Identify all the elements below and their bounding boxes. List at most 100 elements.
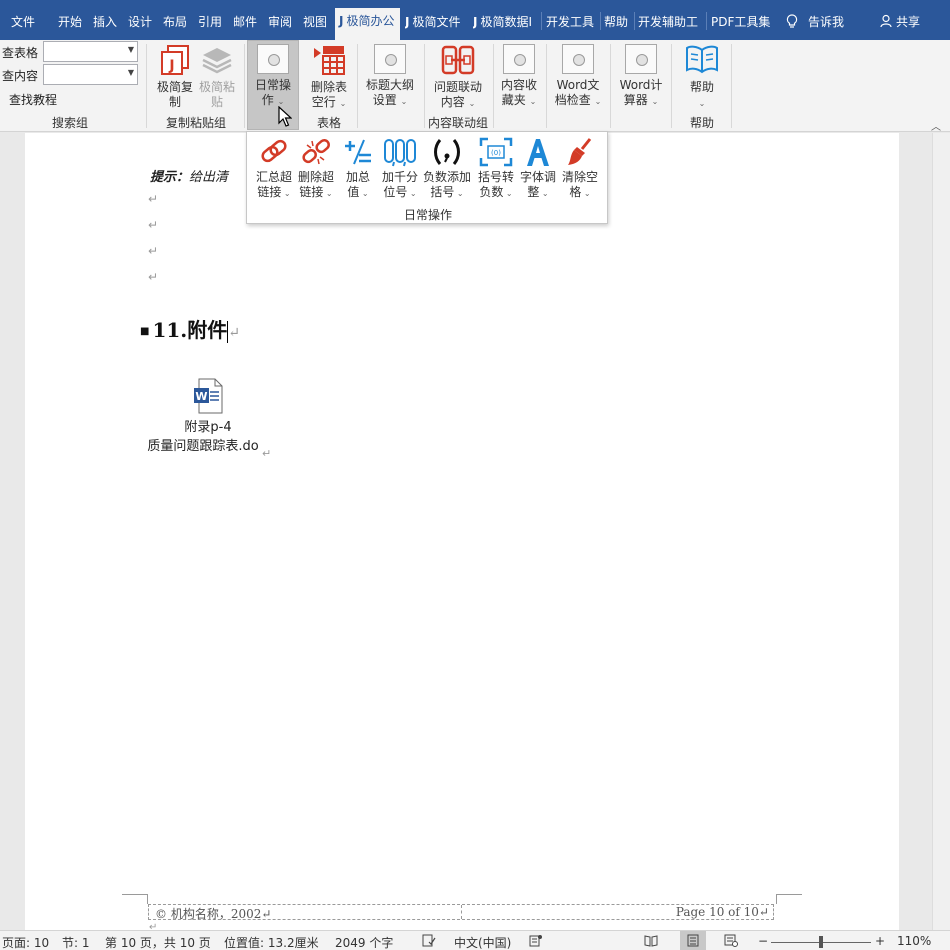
item-label: 清除空 格 — [561, 170, 598, 199]
read-mode-icon[interactable] — [644, 934, 658, 950]
lightbulb-icon — [786, 14, 798, 28]
tab-design[interactable]: 设计 — [128, 12, 152, 32]
table-delete-icon — [314, 46, 345, 75]
paragraph-mark: ↵ — [228, 325, 240, 341]
tab-jijian-data[interactable]: J 极简数据I — [473, 12, 539, 32]
tab-pdf-tools[interactable]: PDF工具集 — [711, 12, 770, 32]
status-word-count[interactable]: 2049 个字 — [335, 934, 393, 950]
tell-me-search[interactable]: 告诉我 — [786, 12, 844, 32]
proofing-icon[interactable] — [422, 934, 436, 950]
chevron-down-icon: ⌄ — [277, 97, 285, 106]
tab-file[interactable]: 文件 — [11, 12, 35, 32]
chevron-down-icon: ⌄ — [651, 97, 659, 106]
tab-developer[interactable]: 开发工具 — [546, 12, 594, 32]
add-thousands-separator-button[interactable]: 加千分 位号 ⌄ — [379, 137, 421, 201]
negative-add-parentheses-button[interactable]: 负数添加 括号 ⌄ — [421, 137, 473, 201]
group-separator — [610, 44, 611, 128]
clear-spaces-button[interactable]: 清除空 格 ⌄ — [559, 137, 601, 201]
content-favorites-button[interactable]: 内容收 藏夹 ⌄ — [496, 44, 542, 109]
tab-separator — [541, 12, 542, 30]
tab-review[interactable]: 审阅 — [268, 12, 292, 32]
group-separator — [546, 44, 547, 128]
zoom-in-button[interactable]: + — [875, 934, 885, 948]
macro-record-icon[interactable] — [529, 934, 543, 950]
placeholder-icon — [257, 44, 289, 74]
status-page-of[interactable]: 第 10 页，共 10 页 — [105, 934, 211, 950]
j-logo-icon: J — [339, 14, 344, 28]
jijian-copy-button[interactable]: J 极简复 制 — [154, 44, 196, 110]
tab-separator — [634, 12, 635, 30]
chevron-down-icon: ⌄ — [281, 189, 291, 198]
find-tutorial-button[interactable]: 查找教程 — [9, 91, 57, 108]
status-position[interactable]: 位置值: 13.2厘米 — [224, 934, 319, 950]
paragraph-mark: ↵ — [148, 270, 159, 284]
zoom-out-button[interactable]: − — [758, 934, 768, 948]
group-separator — [731, 44, 732, 128]
search-group-label: 搜索组 — [51, 116, 88, 130]
search-content-combobox[interactable]: ▼ — [43, 64, 138, 85]
tab-home[interactable]: 开始 — [58, 12, 82, 32]
hint-label: 提示： — [150, 170, 190, 185]
page-footer[interactable]: © 机构名称，2002↵ Page 10 of 10↵ — [148, 904, 774, 921]
tab-dev-assist[interactable]: 开发辅助工 — [638, 12, 702, 32]
tab-view[interactable]: 视图 — [303, 12, 327, 32]
tab-jijian-file[interactable]: J 极简文件 — [405, 12, 467, 32]
tab-insert[interactable]: 插入 — [93, 12, 117, 32]
tab-layout[interactable]: 布局 — [163, 12, 187, 32]
footer-divider — [461, 905, 462, 919]
placeholder-icon — [374, 44, 406, 74]
parentheses-to-negative-button[interactable]: (0) 括号转 负数 ⌄ — [475, 137, 517, 201]
tab-help[interactable]: 帮助 — [604, 12, 628, 32]
outline-settings-button[interactable]: 标题大纲 设置 ⌄ — [362, 44, 418, 109]
section-heading[interactable]: ■ 11.附件↵ — [140, 314, 240, 343]
delete-table-empty-rows-button[interactable]: 删除表 空行 ⌄ — [304, 44, 354, 111]
svg-text:W: W — [195, 390, 207, 403]
web-layout-icon[interactable] — [724, 934, 738, 950]
word-doc-check-button[interactable]: Word文 档检查 ⌄ — [551, 44, 605, 109]
summarize-hyperlinks-button[interactable]: 汇总超 链接 ⌄ — [253, 137, 295, 201]
font-icon — [527, 139, 549, 166]
search-table-combobox[interactable]: ▼ — [43, 41, 138, 62]
footer-left-text: © 机构名称，2002↵ — [155, 907, 272, 921]
group-separator — [671, 44, 672, 128]
status-page[interactable]: 页面: 10 — [2, 934, 49, 950]
print-layout-icon[interactable] — [680, 931, 706, 950]
attachment-name-line2: 质量问题跟踪表.do — [147, 439, 259, 454]
jijian-paste-button[interactable]: 极简粘 贴 — [196, 44, 238, 110]
zoom-level[interactable]: 110% — [897, 934, 931, 948]
help-button[interactable]: 帮助 ⌄ — [680, 44, 724, 111]
chevron-down-icon: ▼ — [127, 68, 134, 77]
paren-icon — [434, 139, 460, 165]
person-icon — [880, 14, 892, 28]
share-label: 共享 — [896, 15, 921, 29]
status-section[interactable]: 节: 1 — [62, 934, 90, 950]
tab-jijian-office[interactable]: J 极简办公 — [335, 8, 400, 40]
font-adjust-button[interactable]: 字体调 整 ⌄ — [517, 137, 559, 201]
ribbon: 查表格 ▼ 查内容 ▼ 查找教程 搜索组 J 极简复 制 极简粘 贴 复制粘贴组… — [0, 40, 950, 133]
j-logo-icon: J — [405, 15, 410, 29]
embedded-attachment[interactable]: W 附录p-4 质量问题跟踪表.do — [147, 378, 268, 456]
zoom-slider-thumb[interactable] — [819, 936, 823, 948]
delete-hyperlinks-button[interactable]: 删除超 链接 ⌄ — [295, 137, 337, 201]
group-separator — [244, 44, 245, 128]
issue-link-content-button[interactable]: 问题联动 内容 ⌄ — [430, 44, 486, 111]
status-language[interactable]: 中文(中国) — [454, 934, 511, 950]
tab-mailings[interactable]: 邮件 — [233, 12, 257, 32]
add-total-button[interactable]: 加总 值 ⌄ — [337, 137, 379, 201]
vertical-scrollbar[interactable] — [932, 133, 950, 930]
document-area — [0, 133, 950, 930]
table-group-label: 表格 — [316, 116, 341, 130]
collapse-ribbon-icon[interactable]: ︿ — [931, 118, 941, 133]
link-icon — [261, 139, 287, 163]
button-label: 极简复 制 — [156, 80, 193, 109]
chevron-down-icon: ⌄ — [581, 189, 591, 198]
tab-references[interactable]: 引用 — [198, 12, 222, 32]
word-calculator-button[interactable]: Word计 算器 ⌄ — [614, 44, 668, 109]
heading-text: 附件 — [187, 318, 228, 342]
placeholder-icon — [562, 44, 594, 74]
content-link-group-label: 内容联动组 — [427, 116, 488, 130]
item-label: 字体调 整 — [519, 170, 556, 199]
book-icon — [686, 45, 718, 74]
share-button[interactable]: 共享 — [880, 12, 920, 32]
crop-mark — [776, 894, 802, 904]
